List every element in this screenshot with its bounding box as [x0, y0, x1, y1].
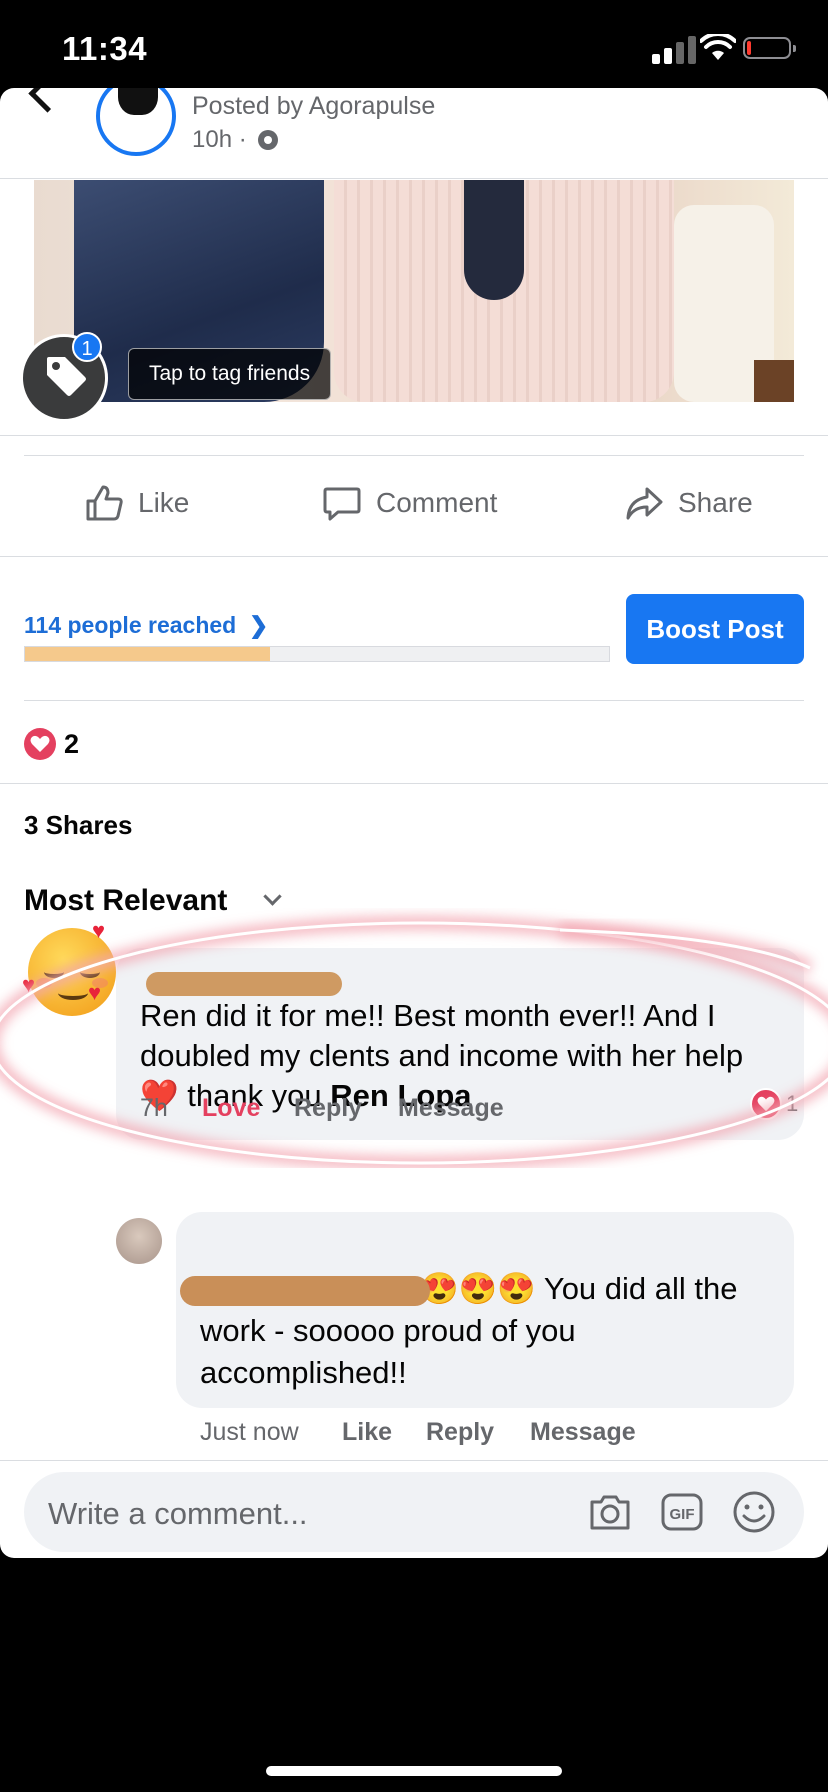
comment-icon [323, 487, 361, 521]
divider [0, 783, 828, 784]
gear-icon [258, 130, 278, 150]
chevron-right-icon: ❯ [242, 612, 269, 638]
people-reached-link[interactable]: 114 people reached ❯ [24, 612, 268, 639]
reply-time: Just now [200, 1418, 299, 1446]
post-time: 10h · [192, 126, 247, 153]
emoji-icon[interactable] [732, 1490, 776, 1534]
divider [0, 178, 828, 179]
photo-bag [754, 360, 794, 402]
wifi-icon [700, 34, 736, 60]
back-arrow-icon[interactable] [28, 88, 67, 113]
divider [0, 1460, 828, 1461]
commenter-avatar[interactable]: ♥ ♥ ♥ [22, 918, 116, 1016]
thumbs-up-icon [86, 485, 123, 521]
comment-sort-label[interactable]: Most Relevant [24, 884, 227, 918]
comment-love-icon[interactable] [750, 1088, 782, 1120]
photo-top [464, 180, 524, 300]
message-button[interactable]: Message [398, 1094, 504, 1123]
reach-progress-fill [25, 647, 271, 661]
comment-reaction-count: 1 [786, 1091, 799, 1116]
redacted-commenter-name [146, 972, 342, 996]
people-reached-label: 114 people reached [24, 612, 237, 638]
reach-progress-bar [24, 646, 610, 662]
heart-eyes-emojis: 😍😍😍 [420, 1271, 536, 1306]
reaction-count[interactable]: 2 [64, 729, 79, 760]
comment-label: Comment [376, 487, 498, 518]
gif-icon[interactable]: GIF [660, 1490, 704, 1534]
reply-avatar[interactable] [116, 1218, 162, 1264]
share-label: Share [678, 487, 753, 518]
divider [24, 455, 804, 456]
reply-like-button[interactable]: Like [342, 1418, 392, 1447]
boost-post-button[interactable]: Boost Post [626, 594, 804, 664]
divider [0, 435, 828, 436]
battery-icon [743, 37, 796, 59]
love-reaction-icon[interactable] [24, 728, 56, 760]
comment-composer[interactable]: Write a comment... GIF [24, 1472, 804, 1552]
home-indicator[interactable] [266, 1766, 562, 1776]
divider [0, 556, 828, 557]
share-button[interactable]: Share [624, 473, 753, 533]
post-detail-sheet: Posted by Agorapulse 10h · 1 Tap to tag … [0, 88, 828, 1558]
camera-icon[interactable] [588, 1490, 632, 1534]
like-button[interactable]: Like [84, 473, 189, 533]
share-icon [626, 487, 663, 520]
posted-by-label: Posted by Agorapulse [192, 92, 436, 120]
comment-time: 7h [140, 1094, 168, 1122]
comment-input[interactable]: Write a comment... [48, 1496, 308, 1532]
reply-button[interactable]: Reply [294, 1094, 362, 1123]
comment-body: Ren did it for me!! Best month ever!! An… [140, 998, 744, 1073]
status-time: 11:34 [62, 30, 148, 67]
reply-message-button[interactable]: Message [530, 1418, 636, 1447]
comment-button[interactable]: Comment [322, 473, 497, 533]
divider [24, 700, 804, 701]
page-avatar[interactable] [96, 88, 176, 156]
love-reaction-button[interactable]: Love [202, 1094, 260, 1123]
like-label: Like [138, 487, 190, 518]
tag-friends-tooltip[interactable]: Tap to tag friends [128, 348, 332, 400]
reply-reply-button[interactable]: Reply [426, 1418, 494, 1447]
shares-count[interactable]: 3 Shares [24, 810, 132, 841]
svg-text:GIF: GIF [670, 1506, 695, 1523]
tag-count-badge: 1 [72, 332, 102, 362]
redacted-mention [180, 1276, 430, 1306]
cellular-signal-icon [652, 36, 696, 64]
chevron-down-icon[interactable] [263, 887, 282, 906]
